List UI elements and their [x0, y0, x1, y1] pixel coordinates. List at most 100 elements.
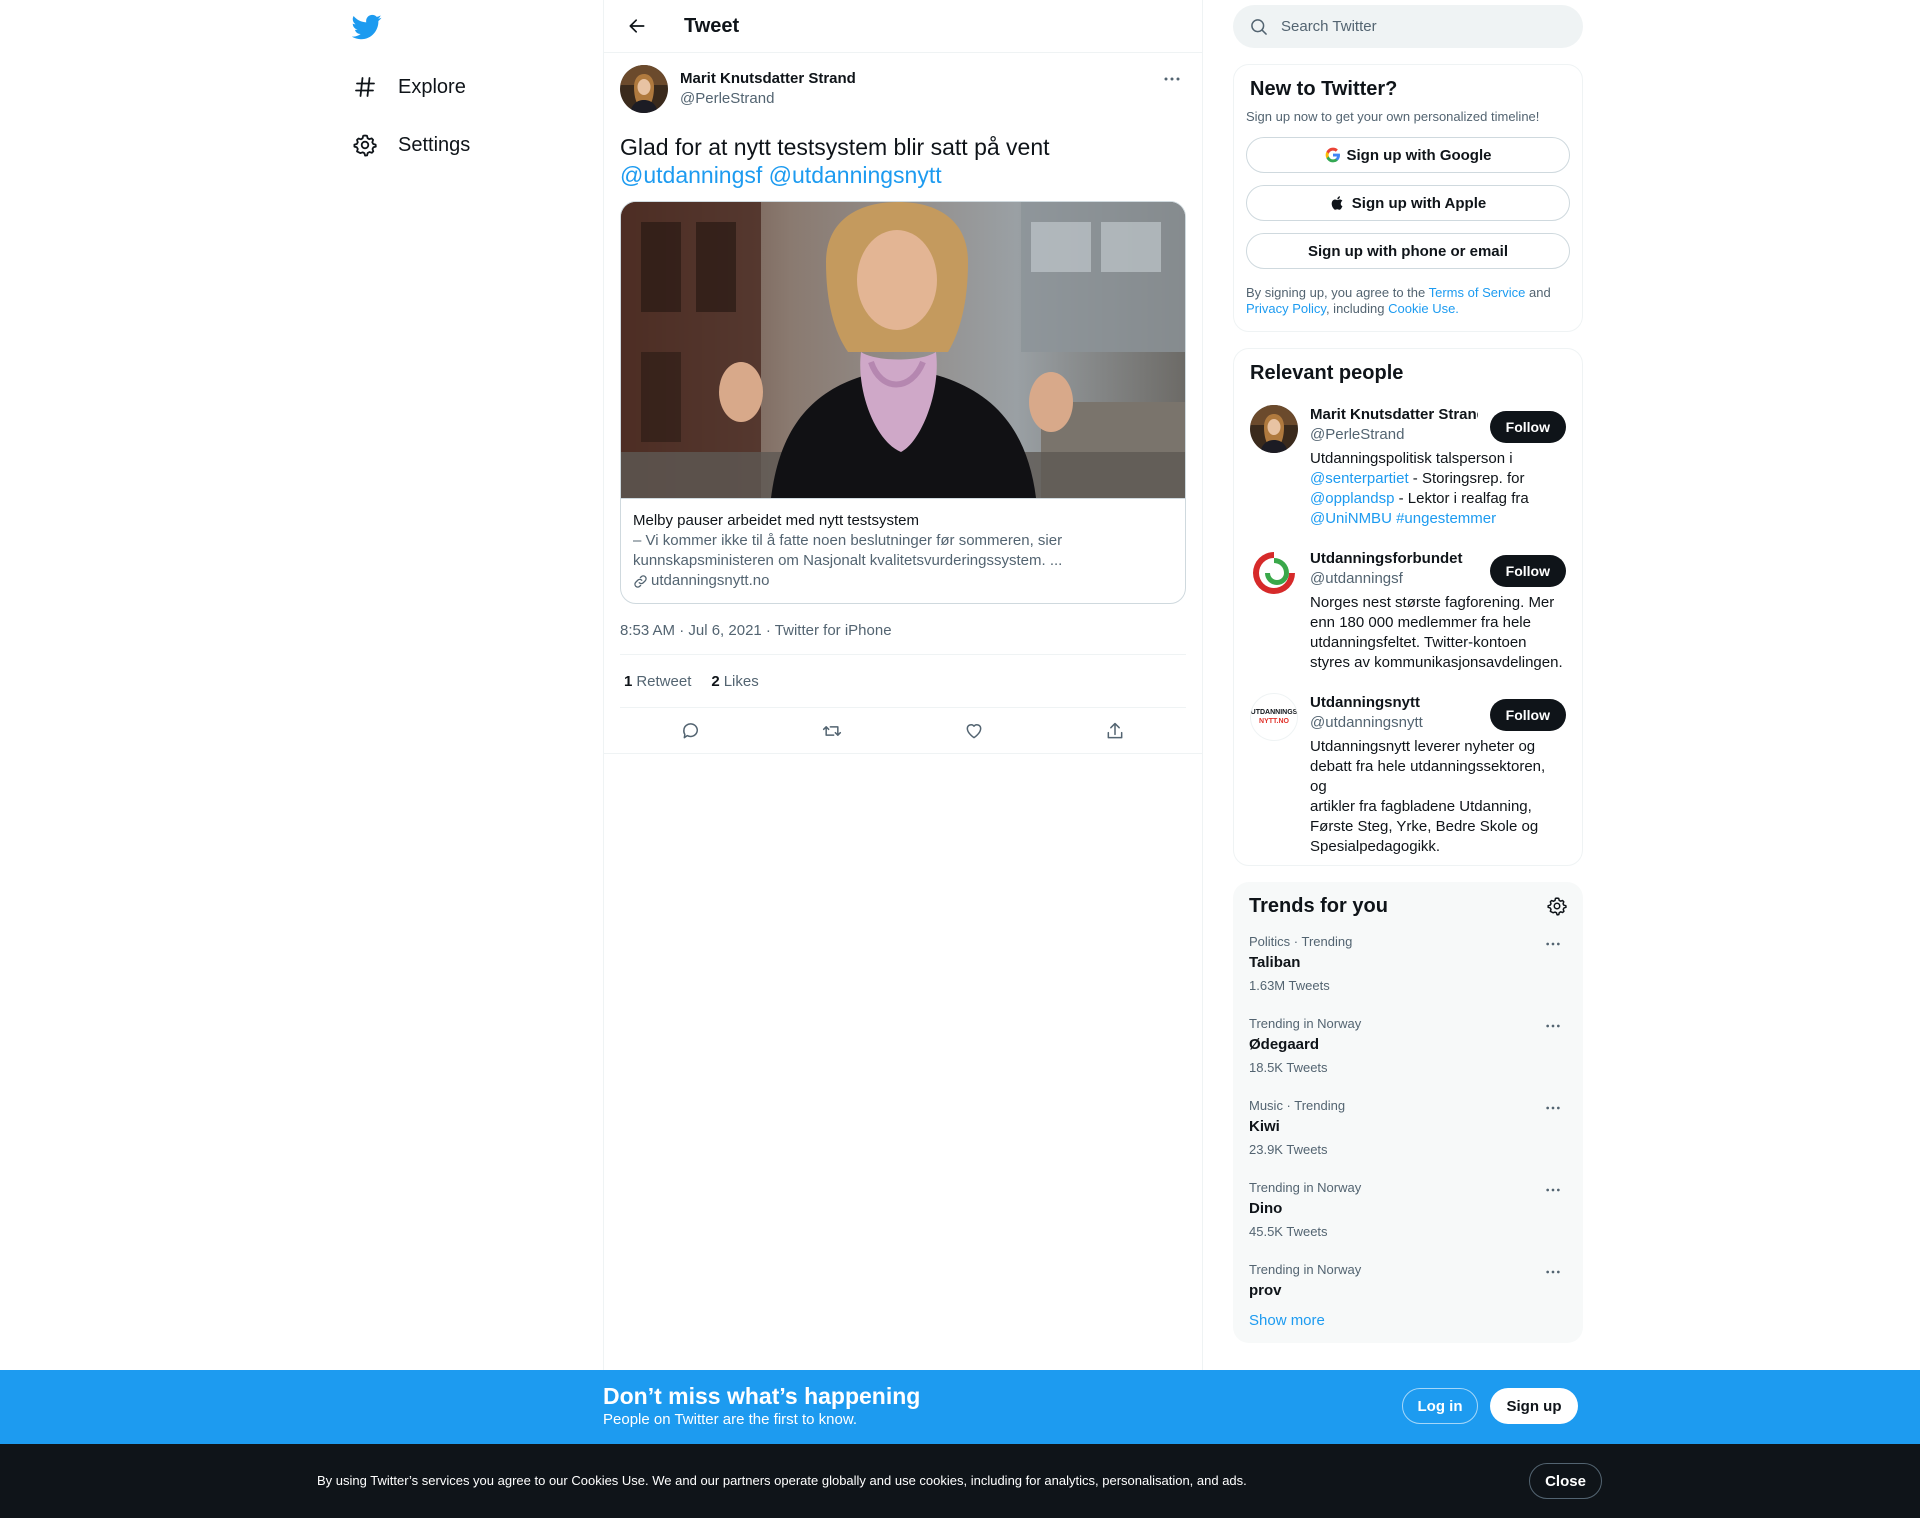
signup-google-button[interactable]: Sign up with Google — [1246, 137, 1570, 173]
apple-icon — [1330, 195, 1346, 211]
tweet-timestamp[interactable]: 8:53 AM · Jul 6, 2021 · Twitter for iPho… — [620, 620, 1186, 655]
trend-item[interactable]: Trending in Norway Ødegaard 18.5K Tweets — [1249, 1000, 1567, 1082]
back-button[interactable] — [620, 9, 654, 43]
mention-link[interactable]: @utdanningsnytt — [769, 162, 942, 188]
tweet-more-button[interactable] — [1158, 69, 1186, 89]
privacy-policy-link[interactable]: Privacy Policy — [1246, 301, 1326, 316]
hashtag-link[interactable]: #ungestemmer — [1396, 510, 1496, 527]
avatar[interactable] — [1250, 549, 1298, 597]
tweet-text: Glad for at nytt testsystem blir satt på… — [620, 133, 1186, 189]
person-name[interactable]: Utdanningsforbundet — [1310, 549, 1478, 569]
card-description: – Vi kommer ikke til å fatte noen beslut… — [633, 532, 1063, 549]
trend-item[interactable]: Politics · Trending Taliban 1.63M Tweets — [1249, 918, 1567, 1000]
mention-link[interactable]: @utdanningsf — [620, 162, 762, 188]
bio-text: styres av kommunikasjonsavdelingen. — [1310, 654, 1563, 671]
bio-text: Utdanningsnytt leverer nyheter og — [1310, 738, 1536, 755]
terms-text: , including — [1325, 301, 1389, 316]
trend-item[interactable]: Music · Trending Kiwi 23.9K Tweets — [1249, 1082, 1567, 1164]
person-bio: Utdanningsnytt leverer nyheter og debatt… — [1310, 737, 1566, 857]
person-item[interactable]: Marit Knutsdatter Strand @PerleStrand Ut… — [1250, 405, 1566, 529]
trend-item[interactable]: Trending in Norway prov — [1249, 1246, 1567, 1308]
signup-phone-email-button[interactable]: Sign up with phone or email — [1246, 233, 1570, 269]
like-button[interactable] — [956, 713, 992, 749]
avatar[interactable]: UTDANNINGS NYTT.NO — [1250, 693, 1298, 741]
person-name[interactable]: Utdanningsnytt — [1310, 693, 1478, 713]
bio-text: utdanningsfeltet. Twitter-kontoen — [1310, 634, 1527, 651]
terms-text: By signing up, you agree to the — [1246, 285, 1429, 300]
login-button[interactable]: Log in — [1402, 1388, 1478, 1424]
tweet-actions — [604, 708, 1202, 754]
twitter-logo-icon[interactable] — [351, 12, 382, 42]
avatar-logo-text: NYTT.NO — [1259, 718, 1289, 725]
search-input[interactable] — [1281, 18, 1541, 35]
link-icon — [634, 574, 647, 588]
more-icon — [1546, 1188, 1560, 1192]
trend-count: 18.5K Tweets — [1249, 1060, 1328, 1075]
signup-apple-button[interactable]: Sign up with Apple — [1246, 185, 1570, 221]
terms-of-service-link[interactable]: Terms of Service — [1429, 285, 1526, 300]
more-icon — [1546, 1270, 1560, 1274]
author-name[interactable]: Marit Knutsdatter Strand — [680, 69, 856, 89]
right-sidebar: New to Twitter? Sign up now to get your … — [1233, 0, 1583, 1343]
trend-meta: Trending in Norway — [1249, 1180, 1362, 1195]
signup-button[interactable]: Sign up — [1490, 1388, 1578, 1424]
avatar[interactable] — [620, 65, 668, 113]
trend-more-button[interactable] — [1539, 934, 1567, 954]
card-domain: utdanningsnytt.no — [633, 571, 1173, 591]
trend-count: 45.5K Tweets — [1249, 1224, 1328, 1239]
relevant-people-title: Relevant people — [1250, 362, 1404, 384]
share-button[interactable] — [1097, 713, 1133, 749]
show-more-link[interactable]: Show more — [1249, 1312, 1567, 1333]
trend-name: Taliban — [1249, 954, 1301, 971]
trend-count: 1.63M Tweets — [1249, 978, 1330, 993]
retweet-button[interactable] — [814, 713, 850, 749]
trend-name: Kiwi — [1249, 1118, 1280, 1135]
trend-more-button[interactable] — [1539, 1180, 1567, 1200]
trend-item[interactable]: Trending in Norway Dino 45.5K Tweets — [1249, 1164, 1567, 1246]
trends-panel: Trends for you Politics · Trending Talib… — [1233, 882, 1583, 1343]
author-handle[interactable]: @PerleStrand — [680, 89, 856, 109]
person-item[interactable]: UTDANNINGS NYTT.NO Utdanningsnytt @utdan… — [1250, 693, 1566, 857]
more-icon — [1546, 1024, 1560, 1028]
trend-name: prov — [1249, 1282, 1282, 1299]
google-icon — [1325, 147, 1341, 163]
search-icon — [1251, 18, 1267, 35]
retweets-count: 1 — [624, 672, 633, 690]
nav-settings[interactable]: Settings — [352, 121, 470, 169]
nav-explore-label: Explore — [398, 75, 466, 98]
page-title: Tweet — [684, 14, 740, 37]
likes-label: Likes — [723, 672, 759, 690]
trends-settings-button[interactable] — [1547, 896, 1567, 916]
person-name[interactable]: Marit Knutsdatter Strand — [1310, 405, 1478, 425]
cookie-close-button[interactable]: Close — [1529, 1463, 1602, 1499]
cookie-banner: By using Twitter’s services you agree to… — [0, 1444, 1920, 1518]
more-icon — [1546, 1106, 1560, 1110]
likes-stat[interactable]: 2 Likes — [711, 673, 758, 690]
tweet: Marit Knutsdatter Strand @PerleStrand Gl… — [604, 53, 1202, 754]
trend-meta: Politics · Trending — [1249, 934, 1353, 949]
person-item[interactable]: Utdanningsforbundet @utdanningsf Norges … — [1250, 549, 1566, 673]
search-bar[interactable] — [1233, 5, 1583, 48]
trend-more-button[interactable] — [1539, 1098, 1567, 1118]
mention-link[interactable]: @senterpartiet — [1310, 470, 1409, 487]
bio-text: Norges nest største fagforening. Mer — [1310, 594, 1555, 611]
signup-google-label: Sign up with Google — [1346, 146, 1492, 164]
tweet-stats: 1 Retweet 2 Likes — [620, 655, 1186, 708]
reply-button[interactable] — [673, 713, 709, 749]
heart-icon — [966, 723, 982, 738]
nav-explore[interactable]: Explore — [352, 63, 466, 111]
retweets-stat[interactable]: 1 Retweet — [624, 673, 691, 690]
link-card[interactable]: Melby pauser arbeidet med nytt testsyste… — [620, 201, 1186, 604]
trend-more-button[interactable] — [1539, 1262, 1567, 1282]
card-description: kunnskapsministeren om Nasjonalt kvalite… — [633, 552, 1063, 569]
mention-link[interactable]: @opplandsp — [1310, 490, 1394, 507]
follow-button[interactable]: Follow — [1489, 699, 1566, 731]
person-bio: Norges nest største fagforening. Mer enn… — [1310, 593, 1566, 673]
avatar[interactable] — [1250, 405, 1298, 453]
trend-more-button[interactable] — [1539, 1016, 1567, 1036]
follow-button[interactable]: Follow — [1489, 555, 1566, 587]
cookie-use-link[interactable]: Cookie Use. — [1388, 301, 1459, 316]
follow-button[interactable]: Follow — [1489, 411, 1566, 443]
mention-link[interactable]: @UniNMBU — [1310, 510, 1392, 527]
banner-subtitle: People on Twitter are the first to know. — [603, 1411, 858, 1428]
